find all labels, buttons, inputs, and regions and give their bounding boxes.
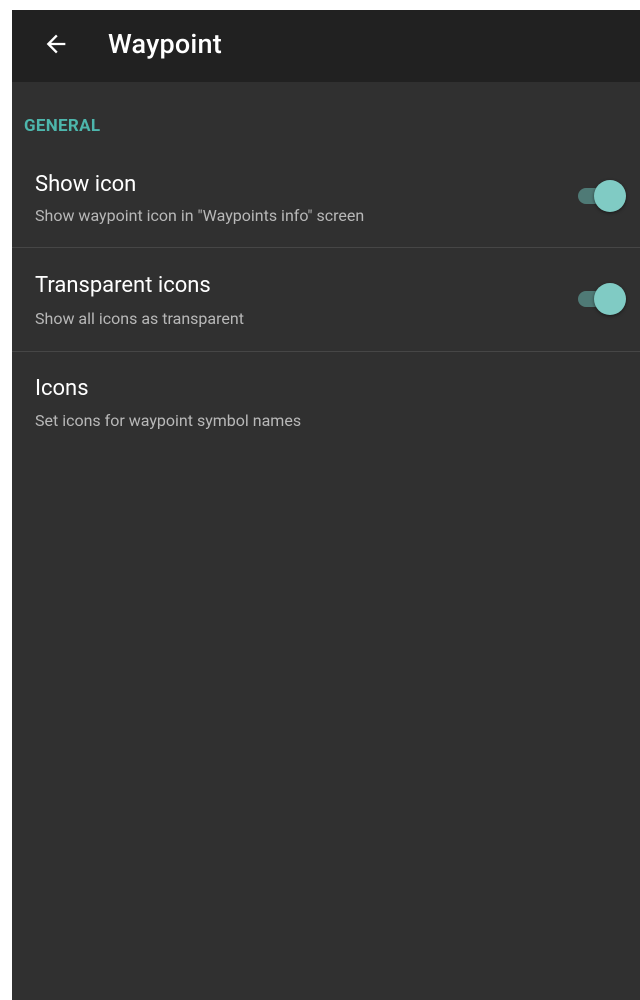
pref-summary: Show waypoint icon in "Waypoints info" s… <box>35 206 365 225</box>
show-icon-switch[interactable] <box>578 180 626 212</box>
pref-summary: Show all icons as transparent <box>35 309 244 328</box>
pref-icons[interactable]: Icons Set icons for waypoint symbol name… <box>12 368 640 448</box>
page-title: Waypoint <box>108 28 222 60</box>
arrow-back-icon <box>46 34 66 54</box>
back-button[interactable] <box>36 24 76 64</box>
pref-title: Icons <box>35 376 89 401</box>
pref-title: Show icon <box>35 172 137 197</box>
switch-thumb <box>594 180 626 212</box>
switch-thumb <box>594 283 626 315</box>
pref-summary: Set icons for waypoint symbol names <box>35 411 302 430</box>
transparent-icons-switch[interactable] <box>578 283 626 315</box>
pref-show-icon[interactable]: Show icon Show waypoint icon in "Waypoin… <box>12 160 640 247</box>
app-bar: Waypoint <box>12 10 640 82</box>
divider <box>12 351 640 352</box>
divider <box>12 247 640 248</box>
pref-title: Transparent icons <box>35 273 211 298</box>
section-header-general: GENERAL <box>24 116 101 136</box>
pref-transparent-icons[interactable]: Transparent icons Show all icons as tran… <box>12 264 640 351</box>
screen: Waypoint GENERAL Show icon Show waypoint… <box>12 10 640 1000</box>
